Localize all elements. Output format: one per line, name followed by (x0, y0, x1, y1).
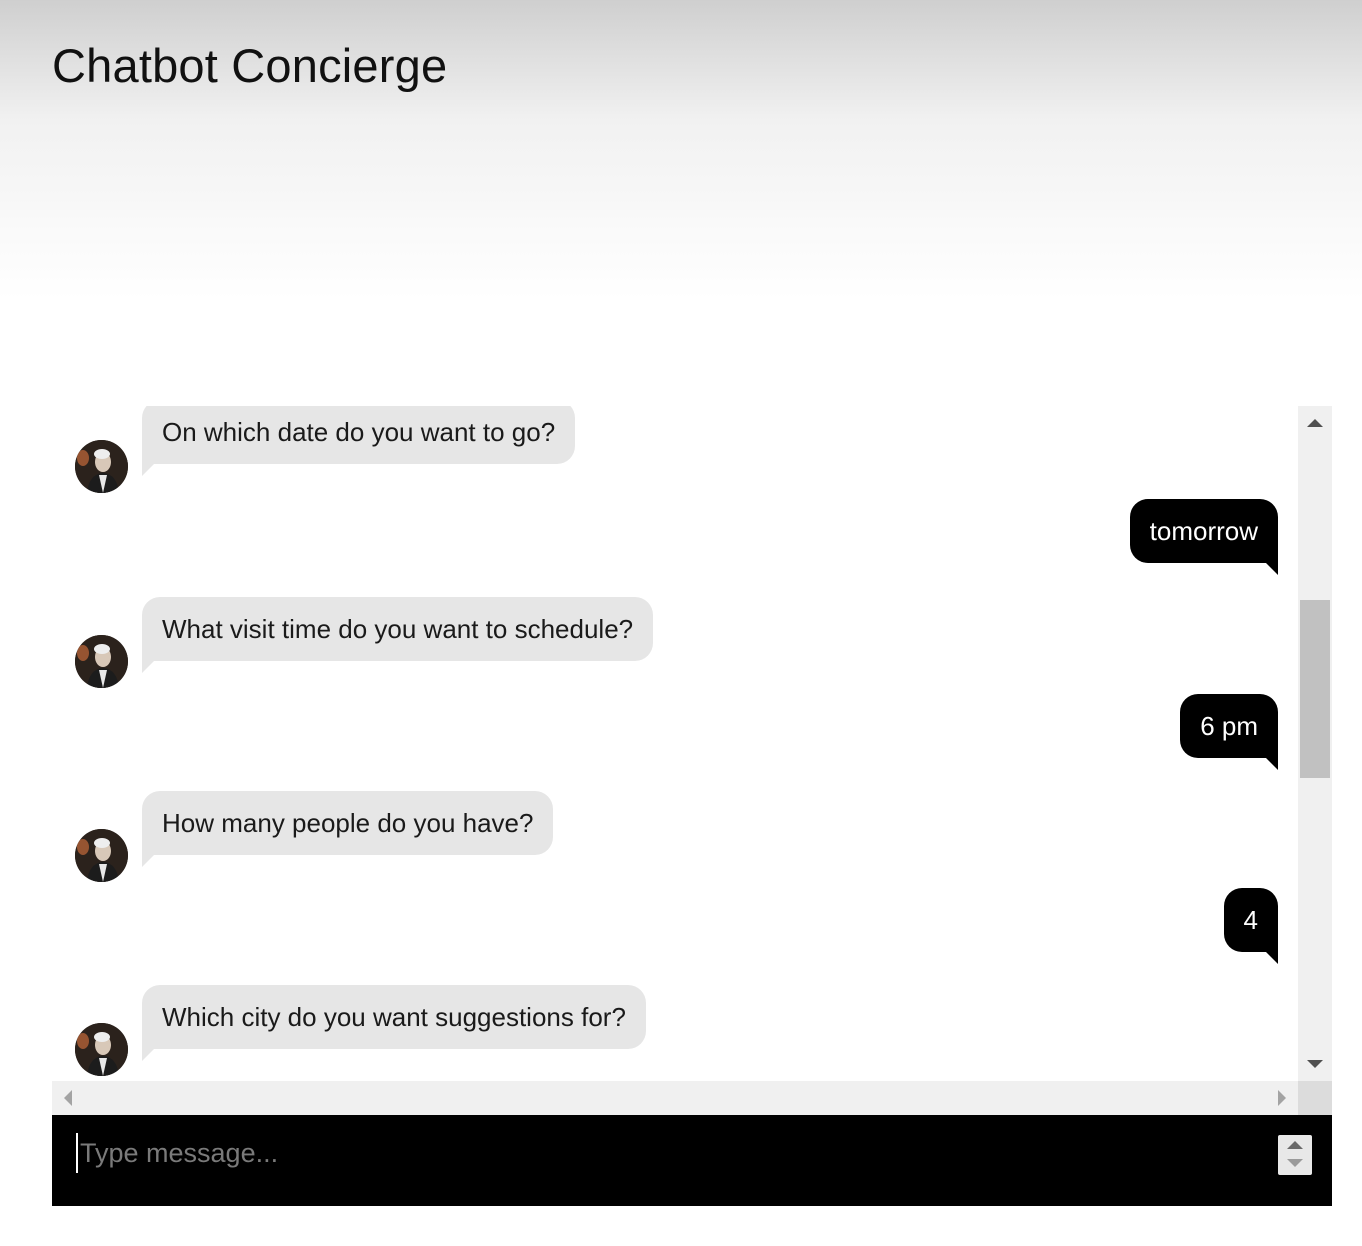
scrollbar-corner (1298, 1081, 1332, 1115)
bot-avatar (75, 440, 128, 493)
vertical-scrollbar[interactable] (1298, 406, 1332, 1081)
scroll-right-icon[interactable] (1264, 1081, 1298, 1115)
bot-avatar-icon (75, 1023, 128, 1076)
user-message-row: 4 (52, 888, 1298, 964)
scroll-down-icon[interactable] (1298, 1047, 1332, 1081)
bot-message-bubble: What visit time do you want to schedule? (142, 597, 654, 673)
app-title: Chatbot Concierge (52, 39, 448, 92)
bot-message-bubble: How many people do you have? (142, 791, 554, 867)
bot-message-row: On which date do you want to go? (52, 406, 1298, 496)
bot-avatar-icon (75, 440, 128, 493)
scroll-up-icon[interactable] (1298, 406, 1332, 440)
bot-avatar (75, 1023, 128, 1076)
bot-message-row: Which city do you want suggestions for? (52, 985, 1298, 1081)
vertical-scroll-thumb[interactable] (1300, 600, 1330, 778)
bot-avatar-icon (75, 829, 128, 882)
user-message-row: tomorrow (52, 499, 1298, 575)
horizontal-scrollbar[interactable] (52, 1081, 1298, 1115)
bot-message-row: What visit time do you want to schedule? (52, 597, 1298, 692)
bot-avatar (75, 635, 128, 688)
input-spinner[interactable] (1278, 1135, 1312, 1175)
bot-message-row: How many people do you have? (52, 791, 1298, 886)
composer-bar (52, 1115, 1332, 1206)
chat-transcript[interactable]: On which date do you want to go? tomorro… (52, 406, 1298, 1081)
spinner-down-icon[interactable] (1278, 1155, 1312, 1175)
user-message-bubble: 6 pm (1180, 694, 1278, 770)
bot-avatar-icon (75, 635, 128, 688)
bot-message-bubble: Which city do you want suggestions for? (142, 985, 646, 1061)
scroll-left-icon[interactable] (52, 1081, 86, 1115)
bot-avatar (75, 829, 128, 882)
header-banner: Chatbot Concierge (0, 0, 1362, 300)
user-message-bubble: tomorrow (1129, 499, 1279, 575)
bot-message-bubble: On which date do you want to go? (142, 406, 576, 476)
message-input[interactable] (76, 1133, 1260, 1173)
spinner-up-icon[interactable] (1278, 1135, 1312, 1155)
user-message-row: 6 pm (52, 694, 1298, 770)
user-message-bubble: 4 (1223, 888, 1279, 964)
